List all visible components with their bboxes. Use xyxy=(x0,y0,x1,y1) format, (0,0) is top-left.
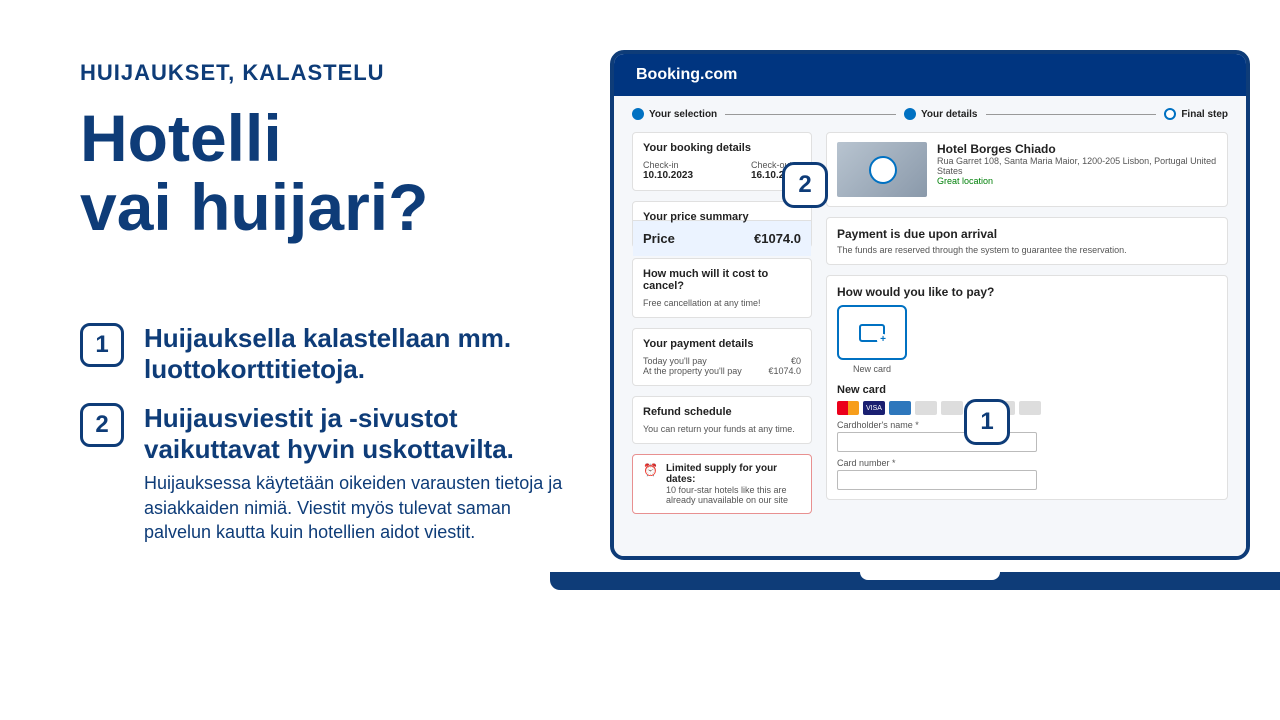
booking-body: Your selection Your details Final step Y… xyxy=(614,96,1246,556)
today-value: €0 xyxy=(791,356,801,366)
hotel-card: Hotel Borges Chiado Rua Garret 108, Sant… xyxy=(826,132,1228,207)
point-2-badge: 2 xyxy=(80,403,124,447)
hotel-name: Hotel Borges Chiado xyxy=(937,142,1217,156)
booking-details-heading: Your booking details xyxy=(643,142,801,154)
step-1: Your selection xyxy=(632,108,717,120)
new-card-label: New card xyxy=(837,364,907,374)
hotel-image xyxy=(837,142,927,197)
callout-2-badge: 2 xyxy=(782,162,828,208)
alert-title: Limited supply for your dates: xyxy=(666,463,801,485)
check-icon xyxy=(632,108,644,120)
today-label: Today you'll pay xyxy=(643,356,707,366)
price-label: Price xyxy=(643,231,675,246)
new-card-section: New card xyxy=(837,384,1217,396)
cardnumber-input[interactable] xyxy=(837,470,1037,490)
step-2: Your details xyxy=(904,108,978,120)
refund-heading: Refund schedule xyxy=(643,406,801,418)
hotel-address: Rua Garret 108, Santa Maria Maior, 1200-… xyxy=(937,156,1217,176)
step-1-label: Your selection xyxy=(649,109,717,120)
cancel-card: How much will it cost to cancel? Free ca… xyxy=(632,258,812,318)
step-divider xyxy=(725,114,896,115)
point-1-badge: 1 xyxy=(80,323,124,367)
headline: Hotelli vai huijari? xyxy=(80,104,580,243)
pay-method-heading: How would you like to pay? xyxy=(837,285,1217,299)
property-label: At the property you'll pay xyxy=(643,366,742,376)
hotel-tag: Great location xyxy=(937,176,1217,186)
supply-alert: ⏰ Limited supply for your dates: 10 four… xyxy=(632,454,812,514)
point-1-title: Huijauksella kalastellaan mm. luottokort… xyxy=(144,323,580,385)
mastercard-icon xyxy=(837,401,859,415)
eyebrow: HUIJAUKSET, KALASTELU xyxy=(80,60,580,86)
laptop: 2 1 Booking.com Your selection Your deta… xyxy=(610,50,1250,630)
booking-header: Booking.com xyxy=(614,54,1246,96)
cardholder-label: Cardholder's name * xyxy=(837,420,1217,430)
refund-text: You can return your funds at any time. xyxy=(643,424,801,434)
brand-logo: Booking.com xyxy=(636,66,737,84)
card-brand-icon xyxy=(915,401,937,415)
point-2: 2 Huijausviestit ja -sivustot vaikuttava… xyxy=(80,403,580,544)
cancel-text: Free cancellation at any time! xyxy=(643,298,801,308)
price-value: €1074.0 xyxy=(754,231,801,246)
step-divider xyxy=(986,114,1157,115)
amex-icon xyxy=(889,401,911,415)
refund-card: Refund schedule You can return your fund… xyxy=(632,396,812,444)
step-3: Final step xyxy=(1164,108,1228,120)
point-2-title: Huijausviestit ja -sivustot vaikuttavat … xyxy=(144,403,580,465)
checkin-value: 10.10.2023 xyxy=(643,170,693,181)
callout-1-badge: 1 xyxy=(964,399,1010,445)
point-1: 1 Huijauksella kalastellaan mm. luottoko… xyxy=(80,323,580,385)
cardnumber-label: Card number * xyxy=(837,458,1217,468)
laptop-base xyxy=(550,572,1280,590)
card-brands: VISA xyxy=(837,401,1217,415)
check-icon xyxy=(904,108,916,120)
card-brand-icon xyxy=(941,401,963,415)
progress-steps: Your selection Your details Final step xyxy=(632,108,1228,120)
checkin-label: Check-in xyxy=(643,160,693,170)
alert-text: 10 four-star hotels like this are alread… xyxy=(666,485,801,505)
points-list: 1 Huijauksella kalastellaan mm. luottoko… xyxy=(80,323,580,545)
card-brand-icon xyxy=(1019,401,1041,415)
step-icon xyxy=(1164,108,1176,120)
price-summary-card: Your price summary Price €1074.0 xyxy=(632,201,812,248)
step-3-label: Final step xyxy=(1181,109,1228,120)
point-2-body: Huijauksessa käytetään oikeiden varauste… xyxy=(144,471,564,544)
visa-icon: VISA xyxy=(863,401,885,415)
cancel-heading: How much will it cost to cancel? xyxy=(643,268,801,292)
step-2-label: Your details xyxy=(921,109,978,120)
payment-due-card: Payment is due upon arrival The funds ar… xyxy=(826,217,1228,265)
payment-due-text: The funds are reserved through the syste… xyxy=(837,245,1217,255)
payment-details-heading: Your payment details xyxy=(643,338,801,350)
laptop-screen: 2 1 Booking.com Your selection Your deta… xyxy=(610,50,1250,560)
clock-icon: ⏰ xyxy=(643,463,658,505)
new-card-option[interactable] xyxy=(837,305,907,360)
credit-card-icon xyxy=(859,324,885,342)
payment-details-card: Your payment details Today you'll pay€0 … xyxy=(632,328,812,386)
pay-method-card: How would you like to pay? New card New … xyxy=(826,275,1228,500)
property-value: €1074.0 xyxy=(768,366,801,376)
payment-due-heading: Payment is due upon arrival xyxy=(837,227,1217,241)
